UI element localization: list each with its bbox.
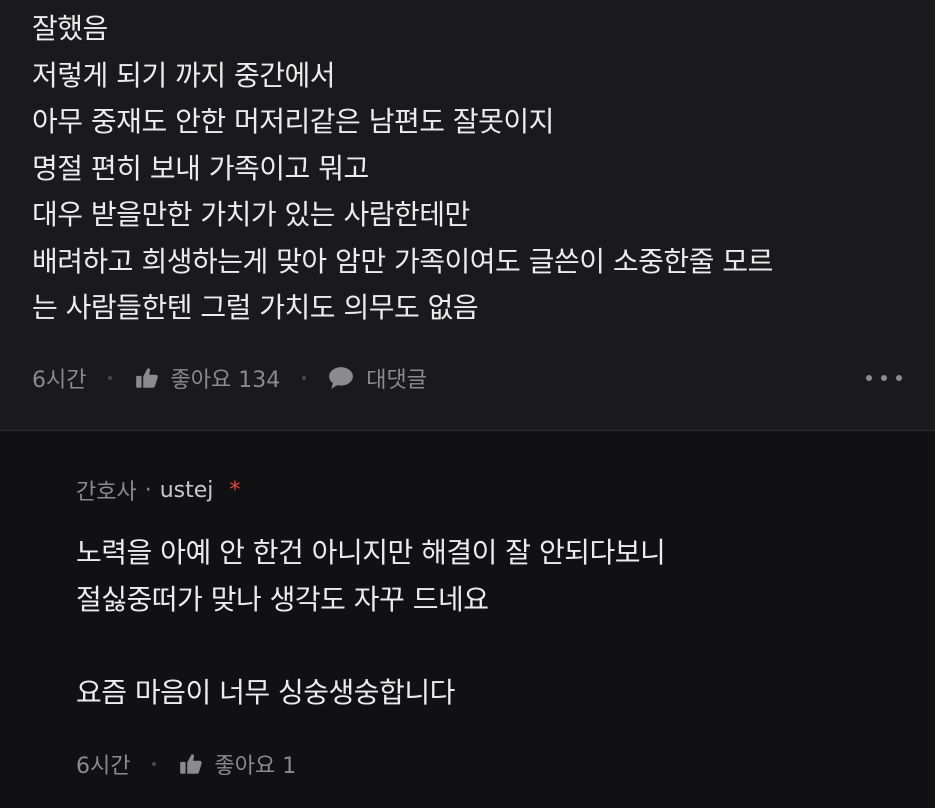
reply-line: 노력을 아예 안 한건 아니지만 해결이 잘 안되다보니 bbox=[76, 536, 666, 569]
meta-separator bbox=[302, 376, 307, 380]
thumbs-up-icon bbox=[136, 368, 159, 388]
reply-button[interactable]: 대댓글 bbox=[328, 362, 427, 394]
more-dot bbox=[881, 375, 887, 381]
author-category: 간호사 bbox=[76, 480, 137, 505]
more-dot bbox=[866, 375, 872, 381]
meta-separator bbox=[152, 762, 157, 766]
meta-separator bbox=[108, 376, 113, 380]
reply-line: 요즘 마음이 너무 싱숭생숭합니다 bbox=[76, 675, 455, 709]
more-dot bbox=[896, 375, 902, 381]
reply-label: 대댓글 bbox=[366, 368, 427, 393]
author-username: ustej bbox=[159, 477, 214, 503]
reply-meta: 6시간 좋아요 1 bbox=[76, 746, 296, 782]
reply-body: 노력을 아예 안 한건 아니지만 해결이 잘 안되다보니 절싫중떠가 맞나 생각… bbox=[76, 530, 916, 716]
comment-line: 아무 중재도 안한 머저리같은 남편도 잘못이지 bbox=[32, 105, 554, 138]
like-count: 좋아요 134 bbox=[170, 368, 281, 393]
like-button[interactable]: 좋아요 1 bbox=[178, 748, 296, 780]
comment-body: 잘했음 저렇게 되기 까지 중간에서 아무 중재도 안한 머저리같은 남편도 잘… bbox=[32, 6, 912, 332]
comment-line: 명절 편히 보내 가족이고 뭐고 bbox=[32, 151, 369, 185]
reply-timestamp: 6시간 bbox=[76, 754, 131, 779]
reply-line bbox=[76, 623, 916, 670]
parent-comment: 잘했음 저렇게 되기 까지 중간에서 아무 중재도 안한 머저리같은 남편도 잘… bbox=[0, 0, 935, 430]
thumbs-up-icon bbox=[180, 754, 203, 774]
speech-bubble-icon bbox=[329, 367, 354, 389]
comment-line: 배려하고 희생하는게 맞아 암만 가족이여도 글쓴이 소중한줄 모르 bbox=[32, 244, 773, 278]
reply-line: 절싫중떠가 맞나 생각도 자꾸 드네요 bbox=[76, 582, 489, 616]
comment-line: 저렇게 되기 까지 중간에서 bbox=[32, 58, 336, 92]
reply-author[interactable]: 간호사 · ustej * bbox=[76, 474, 240, 506]
comment-line: 는 사람들한텐 그럴 가치도 의무도 없음 bbox=[32, 291, 479, 324]
like-count: 좋아요 1 bbox=[214, 754, 297, 779]
author-marker: * bbox=[229, 477, 241, 503]
comment-line: 대우 받을만한 가치가 있는 사람한테만 bbox=[32, 198, 470, 231]
like-button[interactable]: 좋아요 134 bbox=[134, 362, 280, 394]
more-options-icon[interactable] bbox=[866, 368, 902, 388]
comment-meta: 6시간 좋아요 134 대댓글 bbox=[32, 360, 902, 396]
comment-line: 잘했음 bbox=[32, 12, 108, 45]
author-separator: · bbox=[144, 477, 152, 503]
comment-timestamp: 6시간 bbox=[32, 368, 87, 393]
comment-divider bbox=[0, 430, 935, 431]
